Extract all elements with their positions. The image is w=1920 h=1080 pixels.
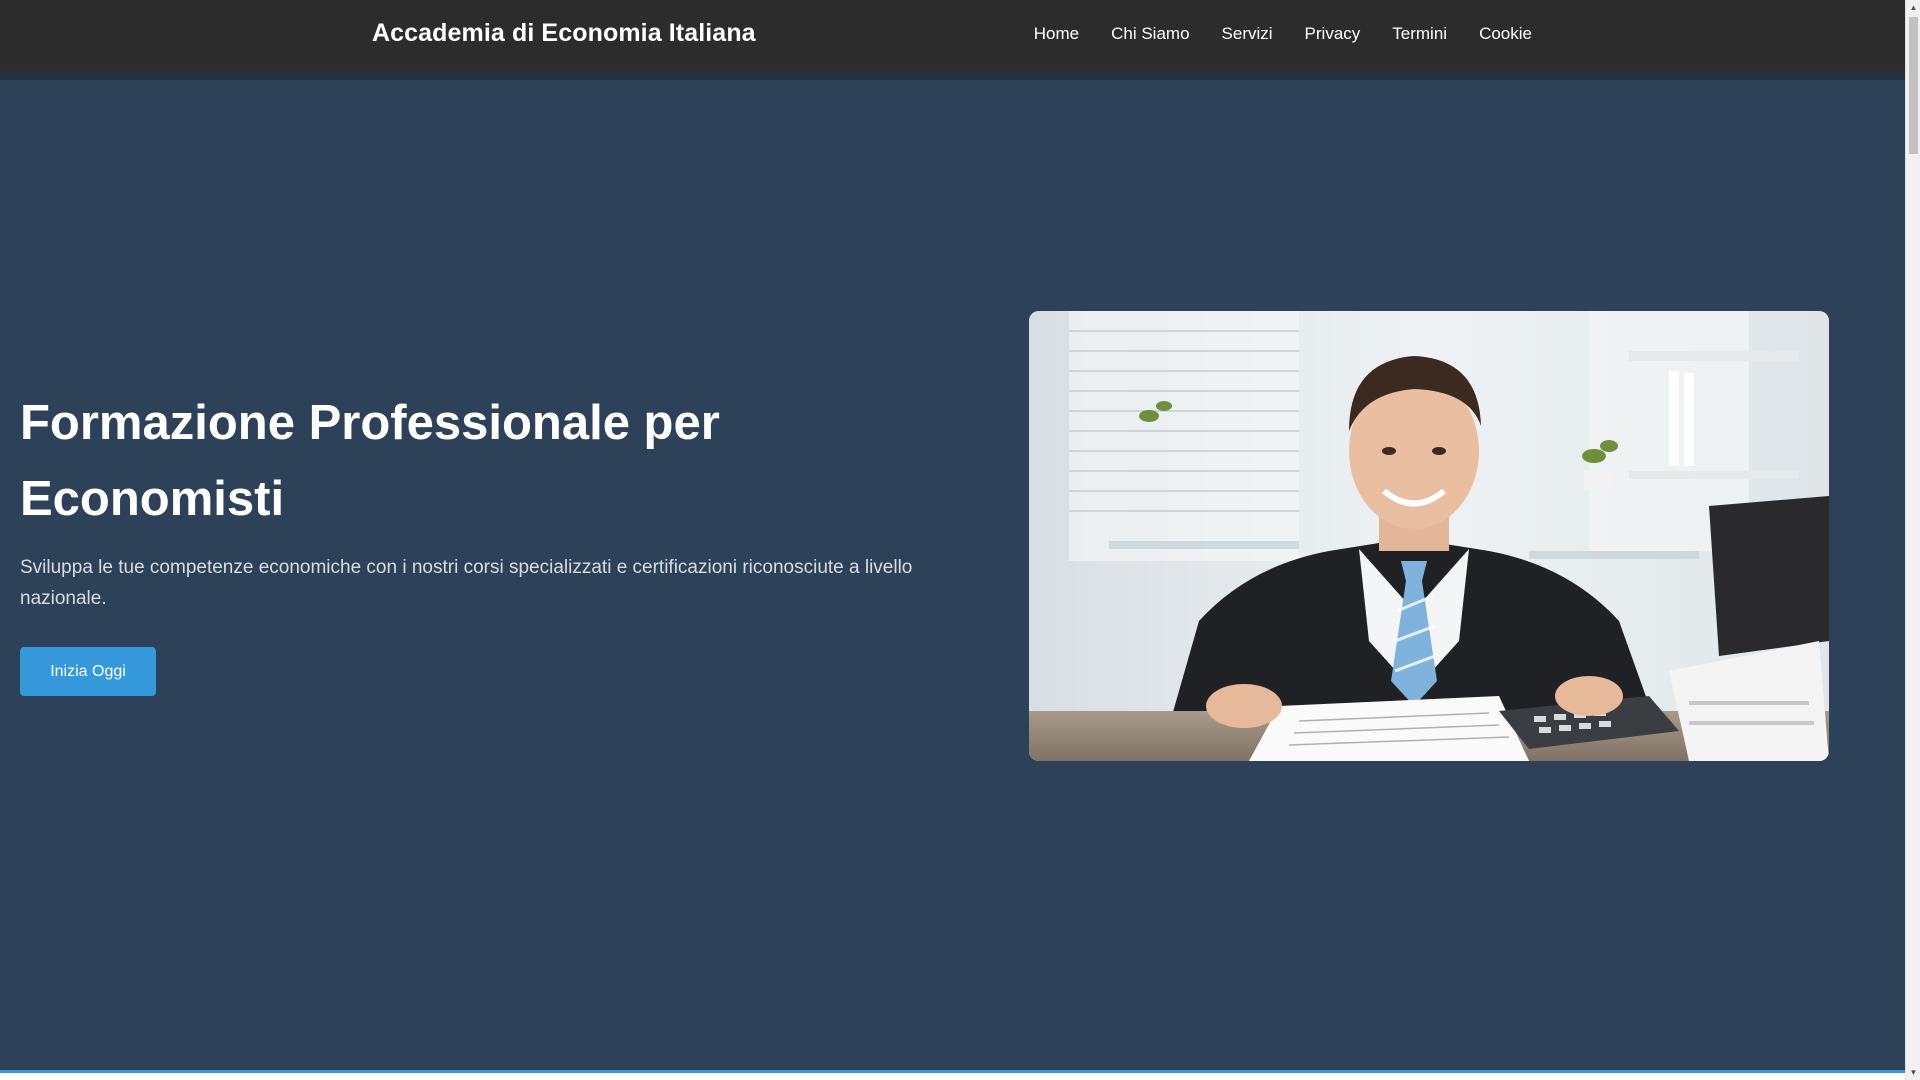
hero-title: Formazione Professionale per Economisti <box>20 396 720 526</box>
cta-button[interactable]: Inizia Oggi <box>20 647 156 696</box>
nav-servizi[interactable]: Servizi <box>1222 24 1273 44</box>
vertical-scrollbar[interactable]: ▲ ▼ <box>1905 0 1920 1080</box>
hero-subtitle: Sviluppa le tue competenze economiche co… <box>20 557 913 609</box>
chevron-down-icon[interactable]: ▼ <box>1906 1065 1920 1080</box>
brand-title[interactable]: Accademia di Economia Italiana <box>372 19 756 48</box>
nav-privacy[interactable]: Privacy <box>1305 24 1361 44</box>
businessman-photo-icon <box>1029 311 1829 761</box>
nav-termini[interactable]: Termini <box>1392 24 1447 44</box>
nav-cookie[interactable]: Cookie <box>1479 24 1532 44</box>
hero-image <box>1029 311 1829 761</box>
scrollbar-thumb[interactable] <box>1909 17 1918 154</box>
next-section-edge <box>0 1073 1905 1080</box>
nav-chi-siamo[interactable]: Chi Siamo <box>1111 24 1189 44</box>
header-divider <box>0 70 1905 80</box>
chevron-up-icon[interactable]: ▲ <box>1906 0 1920 15</box>
site-header: Accademia di Economia Italiana Home Chi … <box>0 0 1905 70</box>
page: Accademia di Economia Italiana Home Chi … <box>0 0 1905 1080</box>
main-nav: Home Chi Siamo Servizi Privacy Termini C… <box>1034 24 1532 44</box>
nav-home[interactable]: Home <box>1034 24 1079 44</box>
